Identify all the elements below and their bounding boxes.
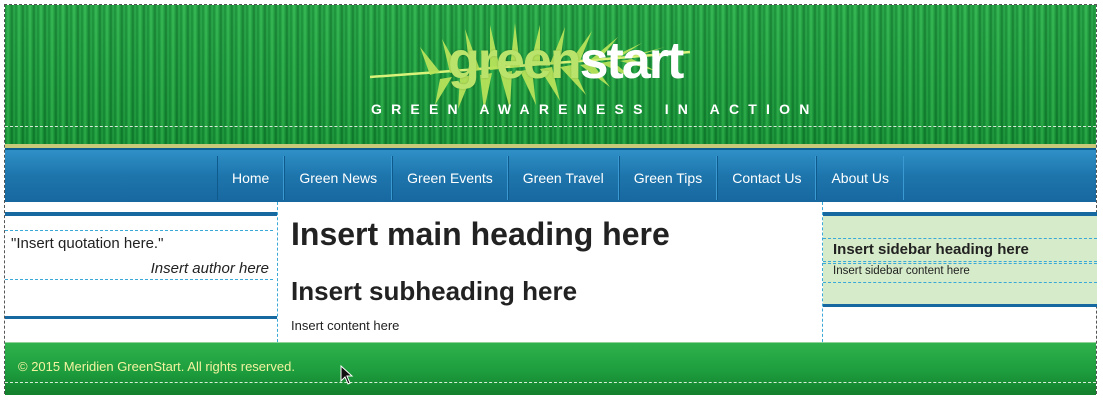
tagline: GREEN AWARENESS IN ACTION [371, 101, 819, 117]
column-guide-left [277, 202, 278, 342]
site-header: greenstart GREEN AWARENESS IN ACTION [5, 5, 1096, 148]
nav-item-green-travel[interactable]: Green Travel [507, 156, 619, 200]
nav-menu: Home Green News Green Events Green Trave… [217, 156, 905, 200]
copyright-text: © 2015 Meridien GreenStart. All rights r… [18, 359, 295, 374]
site-footer: © 2015 Meridien GreenStart. All rights r… [5, 342, 1096, 395]
mouse-cursor-icon [340, 365, 354, 385]
logo-start-text: start [579, 32, 685, 90]
main-heading: Insert main heading here [291, 216, 670, 252]
footer-guide-line [5, 382, 1096, 383]
sidebar-content: Insert sidebar content here [833, 265, 970, 277]
sidebar-content-box: Insert sidebar content here [823, 263, 1097, 283]
page-frame: greenstart GREEN AWARENESS IN ACTION Hom… [4, 4, 1097, 395]
quote-box[interactable]: "Insert quotation here." Insert author h… [5, 230, 273, 280]
nav-item-contact-us[interactable]: Contact Us [717, 156, 817, 200]
nav-item-green-events[interactable]: Green Events [392, 156, 508, 200]
left-sidebar: "Insert quotation here." Insert author h… [5, 212, 277, 319]
main-subheading: Insert subheading here [291, 276, 578, 306]
header-guide-line [5, 126, 1096, 127]
logo-green-text: green [448, 32, 582, 90]
logo-wordmark: greenstart [448, 31, 685, 91]
sidebar-heading-box: Insert sidebar heading here [823, 238, 1097, 262]
nav-item-home[interactable]: Home [217, 156, 285, 200]
quote-text: "Insert quotation here." [11, 235, 164, 252]
content-area: "Insert quotation here." Insert author h… [5, 202, 1097, 342]
quote-author: Insert author here [150, 260, 269, 277]
nav-item-green-news[interactable]: Green News [284, 156, 393, 200]
main-navigation: Home Green News Green Events Green Trave… [5, 148, 1096, 202]
right-sidebar[interactable]: Insert sidebar heading here Insert sideb… [823, 212, 1097, 307]
nav-item-green-tips[interactable]: Green Tips [618, 156, 718, 200]
nav-item-about-us[interactable]: About Us [816, 156, 905, 200]
main-content-text: Insert content here [291, 318, 400, 333]
sidebar-heading: Insert sidebar heading here [833, 241, 1029, 258]
